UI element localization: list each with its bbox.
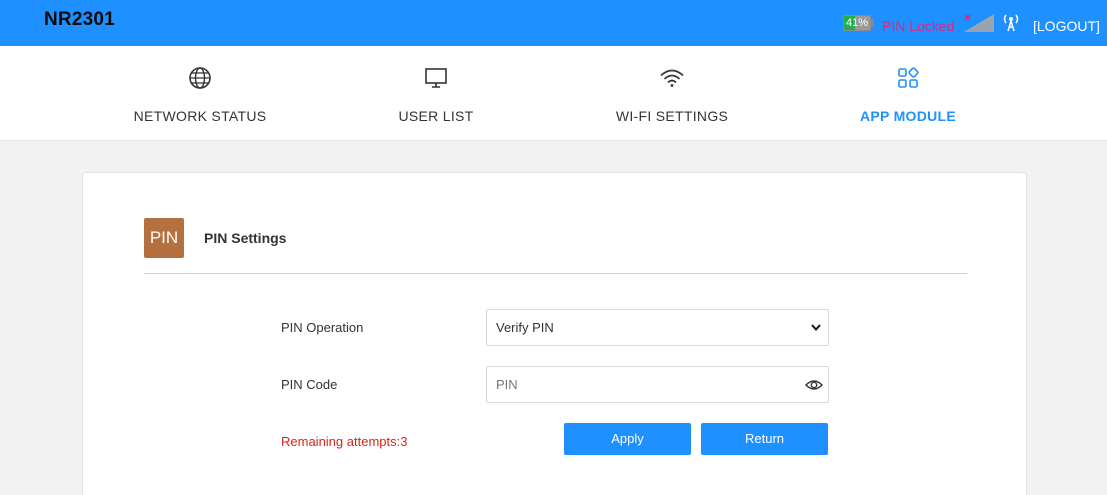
nav-item-user-list[interactable]: USER LIST [346,46,526,141]
remaining-attempts: Remaining attempts:3 [281,434,408,449]
pin-badge: PIN [144,218,184,258]
apply-button[interactable]: Apply [564,423,691,455]
nav-item-wifi-settings[interactable]: WI-FI SETTINGS [582,46,762,141]
main-nav: NETWORK STATUS USER LIST WI-FI SETTINGS … [0,46,1107,141]
nav-item-app-module[interactable]: APP MODULE [818,46,998,141]
nav-label: USER LIST [398,108,474,124]
nav-label: NETWORK STATUS [133,108,267,124]
device-model: NR2301 [44,9,115,30]
pin-operation-label: PIN Operation [281,320,364,335]
signal-no-service-icon [964,14,994,32]
pin-operation-value: Verify PIN [496,320,554,335]
battery-percent: 41% [845,17,869,29]
divider [144,273,967,274]
logout-link[interactable]: [LOGOUT] [1033,18,1100,34]
monitor-icon [425,68,447,88]
pin-status-text: PIN Locked [882,18,955,34]
nav-label: WI-FI SETTINGS [615,108,729,124]
eye-icon[interactable] [805,377,823,393]
antenna-icon [1003,14,1019,32]
pin-code-label: PIN Code [281,377,338,392]
section-title: PIN Settings [204,230,287,246]
globe-icon [189,67,211,89]
app-grid-icon [898,67,919,88]
pin-operation-select[interactable]: Verify PIN [486,309,829,346]
wifi-icon [660,69,684,87]
return-button[interactable]: Return [701,423,828,455]
nav-item-network-status[interactable]: NETWORK STATUS [110,46,290,141]
nav-label: APP MODULE [859,108,957,124]
battery-icon: 41% [843,15,875,31]
pin-code-placeholder: PIN [496,377,518,392]
pin-code-input[interactable]: PIN [486,366,829,403]
top-bar: NR2301 41% PIN Locked [LOGOUT] [0,0,1107,46]
chevron-down-icon [811,324,821,332]
pin-settings-card: PIN PIN Settings PIN Operation Verify PI… [82,172,1027,495]
